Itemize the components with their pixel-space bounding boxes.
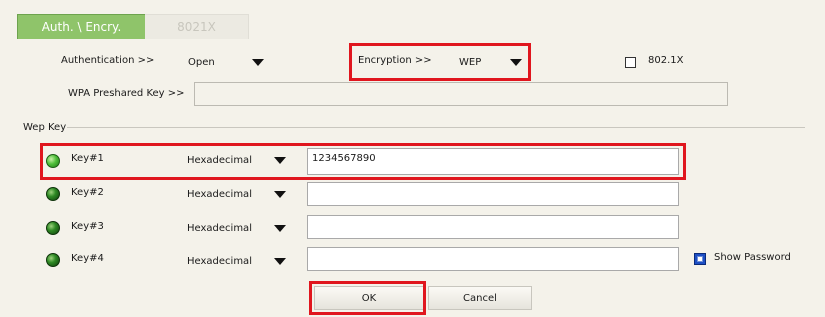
key3-radio-icon[interactable] xyxy=(46,221,60,235)
encryption-value[interactable]: WEP xyxy=(459,57,481,68)
dot1x-label: 802.1X xyxy=(648,55,684,66)
key3-format-dropdown-icon[interactable] xyxy=(274,225,286,232)
key1-format-dropdown-icon[interactable] xyxy=(274,157,286,164)
key3-input[interactable] xyxy=(307,215,679,239)
authentication-value[interactable]: Open xyxy=(188,57,215,68)
show-password-label: Show Password xyxy=(714,252,791,263)
key1-radio-icon[interactable] xyxy=(46,154,60,168)
key1-format[interactable]: Hexadecimal xyxy=(187,155,252,166)
key4-format-dropdown-icon[interactable] xyxy=(274,258,286,265)
key4-label: Key#4 xyxy=(71,253,104,264)
authentication-dropdown-icon[interactable] xyxy=(252,59,264,66)
key2-format[interactable]: Hexadecimal xyxy=(187,189,252,200)
key2-radio-icon[interactable] xyxy=(46,187,60,201)
dot1x-checkbox[interactable] xyxy=(625,57,636,68)
wpa-key-label: WPA Preshared Key >> xyxy=(68,88,185,99)
tab-auth-encry[interactable]: Auth. \ Encry. xyxy=(17,14,146,40)
cancel-button[interactable]: Cancel xyxy=(428,286,532,310)
key3-format[interactable]: Hexadecimal xyxy=(187,223,252,234)
key1-input[interactable]: 1234567890 xyxy=(307,148,679,175)
wpa-key-input[interactable] xyxy=(194,82,728,106)
wep-key-group-label: Wep Key xyxy=(23,122,67,133)
key2-input[interactable] xyxy=(307,182,679,206)
authentication-label: Authentication >> xyxy=(61,55,155,66)
encryption-label: Encryption >> xyxy=(358,55,432,66)
key2-format-dropdown-icon[interactable] xyxy=(274,191,286,198)
show-password-checkbox[interactable] xyxy=(694,253,706,265)
key3-label: Key#3 xyxy=(71,221,104,232)
ok-highlight xyxy=(309,281,426,315)
key4-radio-icon[interactable] xyxy=(46,253,60,267)
key4-format[interactable]: Hexadecimal xyxy=(187,256,252,267)
key2-label: Key#2 xyxy=(71,187,104,198)
encryption-dropdown-icon[interactable] xyxy=(510,59,522,66)
tab-8021x[interactable]: 8021X xyxy=(145,14,249,40)
key1-label: Key#1 xyxy=(71,153,104,164)
wep-key-separator xyxy=(67,127,805,128)
key4-input[interactable] xyxy=(307,247,679,271)
